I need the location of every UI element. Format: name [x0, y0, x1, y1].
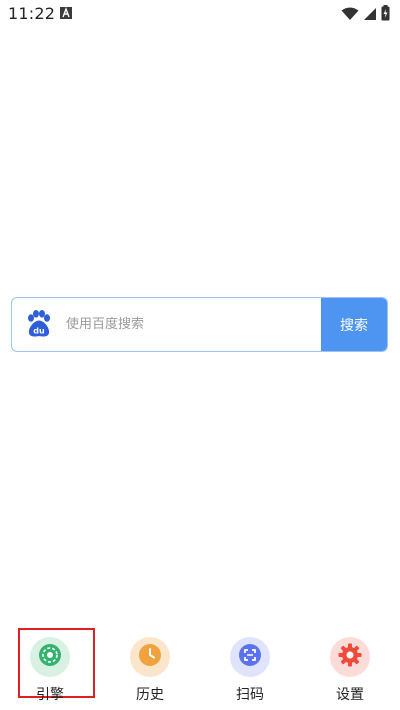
battery-icon	[381, 5, 390, 25]
settings-icon-bg	[330, 637, 370, 677]
search-box: du 搜索	[11, 297, 388, 352]
baidu-paw-icon: du	[24, 309, 54, 339]
engine-icon-bg	[30, 637, 70, 677]
nav-label-engine: 引擎	[36, 687, 64, 703]
nav-item-settings[interactable]: 设置	[310, 628, 390, 704]
svg-text:du: du	[33, 327, 45, 336]
status-time: 11:22	[8, 4, 56, 23]
engine-icon	[37, 642, 63, 672]
nav-item-history[interactable]: 历史	[110, 628, 190, 704]
gear-icon	[337, 642, 363, 672]
bottom-nav: 引擎 历史 扫码 设置	[0, 628, 400, 710]
scan-icon	[237, 642, 263, 672]
status-bar: 11:22	[0, 0, 400, 28]
search-button[interactable]: 搜索	[321, 298, 387, 351]
a-app-icon	[60, 7, 72, 19]
nav-label-scan: 扫码	[236, 687, 264, 703]
scan-icon-bg	[230, 637, 270, 677]
nav-label-history: 历史	[136, 687, 164, 703]
nav-label-settings: 设置	[336, 687, 364, 703]
nav-item-engine[interactable]: 引擎	[10, 628, 90, 704]
nav-item-scan[interactable]: 扫码	[210, 628, 290, 704]
wifi-icon	[341, 6, 359, 25]
signal-icon	[363, 6, 377, 25]
status-icons	[341, 5, 390, 25]
search-input[interactable]	[66, 298, 322, 351]
history-icon-bg	[130, 637, 170, 677]
clock-icon	[137, 642, 163, 672]
